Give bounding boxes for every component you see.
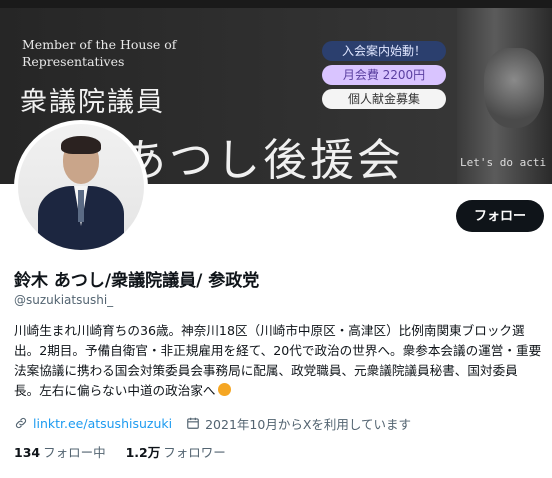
top-strip (0, 0, 552, 8)
joined-date: 2021年10月からXを利用しています (205, 416, 412, 432)
display-name: 鈴木 あつし/衆議院議員/ 参政党 (14, 271, 260, 291)
user-handle: @suzukiatsushi_ (14, 293, 114, 307)
follow-button[interactable]: フォロー (456, 200, 544, 232)
profile-link[interactable]: linktr.ee/atsushisuzuki (33, 416, 172, 431)
bio-text: 川崎生まれ川崎育ちの36歳。神奈川18区（川崎市中原区・高津区）比例南関東ブロッ… (14, 323, 542, 398)
orange-circle-emoji-icon (217, 383, 231, 396)
profile-bio: 川崎生まれ川崎育ちの36歳。神奈川18区（川崎市中原区・高津区）比例南関東ブロッ… (14, 321, 542, 401)
banner-pill-fee: 月会費 2200円 (322, 65, 446, 85)
calendar-icon (187, 417, 199, 429)
banner-title-jp: 衆議院議員 (20, 87, 165, 118)
banner-tagline: Let's do acti (460, 156, 547, 169)
profile-meta-row: linktr.ee/atsushisuzuki 2021年10月からXを利用して… (14, 414, 411, 432)
following-label: フォロー中 (43, 445, 106, 460)
followers-label: フォロワー (163, 445, 226, 460)
link-icon (15, 417, 27, 429)
banner-pill-donation: 個人献金募集 (322, 89, 446, 109)
banner-subtitle-en: Member of the House of Representatives (22, 37, 177, 69)
avatar[interactable] (18, 124, 144, 250)
banner-pill-membership: 入会案内始動！ (322, 41, 446, 61)
follow-stats: 134 フォロー中 1.2万 フォロワー (14, 442, 246, 461)
followers-stat[interactable]: 1.2万 フォロワー (126, 442, 226, 461)
following-stat[interactable]: 134 フォロー中 (14, 442, 106, 461)
following-count: 134 (14, 445, 41, 460)
followers-count: 1.2万 (125, 445, 161, 460)
